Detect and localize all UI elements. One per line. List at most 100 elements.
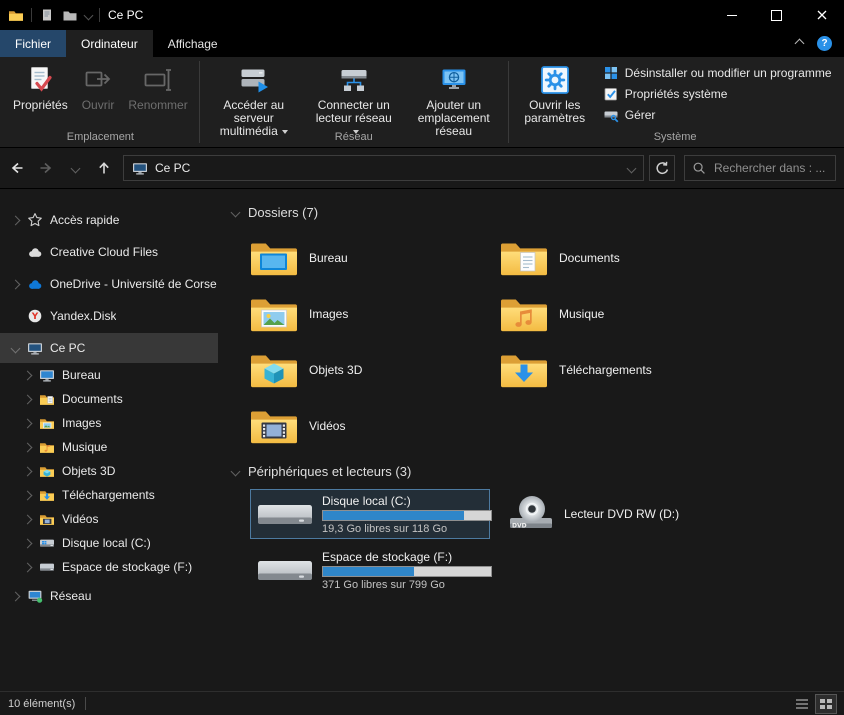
expand-chevron-icon[interactable] [22, 562, 32, 572]
ribbon-group-systeme: Ouvrir les paramètres Désinstaller ou mo… [509, 57, 842, 147]
expand-chevron-icon[interactable] [22, 490, 32, 500]
expand-chevron-icon[interactable] [10, 215, 20, 225]
maximize-button[interactable] [754, 0, 799, 30]
folder-tile-objets-3d[interactable]: Objets 3D [250, 342, 500, 398]
search-input[interactable] [712, 160, 828, 176]
network-icon [28, 590, 43, 603]
explorer-window: Ce PC Fichier Ordinateur Affichage ? Pro… [0, 0, 844, 715]
sidebar-item-disque-local-c[interactable]: Disque local (C:) [0, 531, 218, 555]
address-bar[interactable]: Ce PC [123, 155, 644, 181]
manage-icon [603, 110, 619, 123]
sidebar-item-espace-stockage-f[interactable]: Espace de stockage (F:) [0, 555, 218, 579]
expand-chevron-icon[interactable] [22, 514, 32, 524]
folder-name: Documents [559, 251, 620, 265]
icons-view-icon [820, 698, 832, 709]
sidebar-item-documents[interactable]: Documents [0, 387, 218, 411]
expand-chevron-icon[interactable] [22, 442, 32, 452]
folder-tile-documents[interactable]: Documents [500, 230, 750, 286]
help-glyph: ? [821, 38, 828, 49]
tab-fichier[interactable]: Fichier [0, 30, 67, 57]
up-button[interactable] [91, 155, 117, 181]
expand-chevron-icon[interactable] [22, 370, 32, 380]
expand-chevron-icon[interactable] [22, 538, 32, 548]
music-folder-icon [39, 439, 55, 455]
collapse-section-icon[interactable] [230, 466, 241, 476]
titlebar[interactable]: Ce PC [0, 0, 844, 30]
expand-chevron-icon[interactable] [22, 466, 32, 476]
qat-properties-icon[interactable] [39, 7, 55, 23]
sidebar-item-reseau[interactable]: Réseau [0, 581, 218, 611]
map-network-drive-button[interactable]: Connecter un lecteur réseau [304, 61, 404, 134]
rename-button[interactable]: Renommer [121, 61, 194, 125]
properties-button[interactable]: Propriétés [6, 61, 75, 125]
open-settings-button[interactable]: Ouvrir les paramètres [513, 61, 597, 125]
folder-tile-bureau[interactable]: Bureau [250, 230, 500, 286]
manage-button[interactable]: Gérer [597, 105, 838, 125]
collapse-ribbon-icon[interactable] [794, 38, 805, 49]
search-box[interactable] [684, 155, 836, 181]
sidebar-item-onedrive[interactable]: OneDrive - Université de Corse [0, 269, 218, 299]
folder-tile-videos[interactable]: Vidéos [250, 398, 500, 454]
uninstall-icon [604, 67, 617, 79]
folder-name: Images [309, 307, 349, 321]
yandex-disk-icon: Y [28, 309, 42, 323]
refresh-button[interactable] [649, 155, 675, 181]
drive-tile-c[interactable]: Disque local (C:) 19,3 Go libres sur 118… [250, 489, 492, 539]
sidebar-item-quick-access[interactable]: Accès rapide [0, 205, 218, 235]
collapse-chevron-icon[interactable] [10, 343, 20, 353]
section-header-dossiers[interactable]: Dossiers (7) [230, 201, 844, 223]
qat-dropdown-icon[interactable] [83, 10, 94, 20]
expand-chevron-icon[interactable] [10, 591, 20, 601]
sidebar-item-yandex-disk[interactable]: Y Yandex.Disk [0, 301, 218, 331]
sidebar-item-bureau[interactable]: Bureau [0, 363, 218, 387]
maximize-icon [771, 9, 782, 21]
minimize-button[interactable] [709, 0, 754, 30]
recent-locations-button[interactable] [62, 155, 88, 181]
section-title: Dossiers (7) [248, 204, 319, 220]
add-network-location-button[interactable]: Ajouter un emplacement réseau [404, 61, 504, 138]
qat-new-folder-icon[interactable] [62, 7, 78, 23]
sidebar-item-creative-cloud[interactable]: Creative Cloud Files [0, 237, 218, 267]
sidebar-item-images[interactable]: Images [0, 411, 218, 435]
sidebar-item-musique[interactable]: Musique [0, 435, 218, 459]
drive-tile-dvd[interactable]: DVD Lecteur DVD RW (D:) [500, 489, 740, 539]
sidebar-item-this-pc[interactable]: Ce PC [0, 333, 218, 363]
media-server-button[interactable]: Accéder au serveur multimédia [204, 61, 304, 138]
tab-affichage[interactable]: Affichage [153, 30, 233, 57]
folder-tile-images[interactable]: Images [250, 286, 500, 342]
close-button[interactable] [799, 0, 844, 30]
system-properties-button[interactable]: Propriétés système [597, 84, 838, 104]
sidebar-item-objets-3d[interactable]: Objets 3D [0, 459, 218, 483]
help-icon[interactable]: ? [817, 36, 832, 51]
sidebar-item-videos[interactable]: Vidéos [0, 507, 218, 531]
open-button[interactable]: Ouvrir [75, 61, 122, 125]
button-label: Gérer [624, 108, 656, 122]
downloads-folder-icon [501, 355, 547, 388]
sidebar-item-label: Accès rapide [50, 213, 120, 227]
music-folder-icon [501, 299, 547, 332]
expand-chevron-icon[interactable] [22, 394, 32, 404]
properties-icon [30, 65, 52, 91]
address-dropdown-icon[interactable] [626, 163, 637, 173]
ribbon-group-emplacement: Propriétés Ouvrir Renommer Emplacement [2, 57, 199, 147]
ribbon-tab-bar: Fichier Ordinateur Affichage ? [0, 30, 844, 57]
divider [31, 8, 32, 22]
details-view-button[interactable] [792, 695, 812, 713]
section-header-peripheriques[interactable]: Périphériques et lecteurs (3) [230, 460, 844, 482]
forward-button[interactable] [33, 155, 59, 181]
sidebar-item-telechargements[interactable]: Téléchargements [0, 483, 218, 507]
icons-view-button[interactable] [815, 693, 837, 714]
tab-ordinateur[interactable]: Ordinateur [66, 30, 153, 57]
expand-chevron-icon[interactable] [10, 279, 20, 289]
item-count: 10 élément(s) [8, 697, 76, 710]
uninstall-program-button[interactable]: Désinstaller ou modifier un programme [597, 63, 838, 83]
drive-name: Disque local (C:) [322, 493, 411, 508]
ribbon: Propriétés Ouvrir Renommer Emplacement A… [0, 57, 844, 148]
drive-tile-f[interactable]: Espace de stockage (F:) 371 Go libres su… [250, 545, 492, 595]
back-button[interactable] [4, 155, 30, 181]
folder-tile-musique[interactable]: Musique [500, 286, 750, 342]
breadcrumb[interactable]: Ce PC [155, 161, 190, 175]
expand-chevron-icon[interactable] [22, 418, 32, 428]
collapse-section-icon[interactable] [230, 207, 241, 217]
folder-tile-telechargements[interactable]: Téléchargements [500, 342, 750, 398]
